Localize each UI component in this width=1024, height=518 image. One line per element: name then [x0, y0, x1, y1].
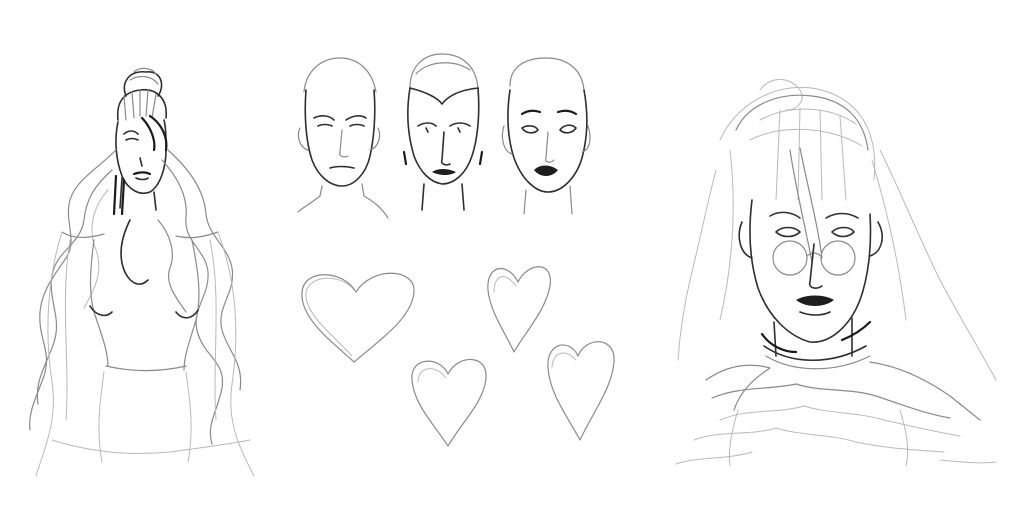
long-haired-figure — [29, 67, 255, 477]
face-study-3 — [501, 57, 591, 215]
face-study-1 — [297, 57, 389, 219]
face-study-2 — [402, 53, 484, 211]
heart-3 — [411, 358, 487, 447]
heart-1 — [301, 272, 415, 363]
heart-2 — [487, 266, 551, 353]
sketch-canvas — [0, 0, 1024, 518]
veiled-portrait — [675, 79, 997, 467]
heart-4 — [547, 341, 615, 441]
sketch-sheet — [29, 53, 997, 477]
